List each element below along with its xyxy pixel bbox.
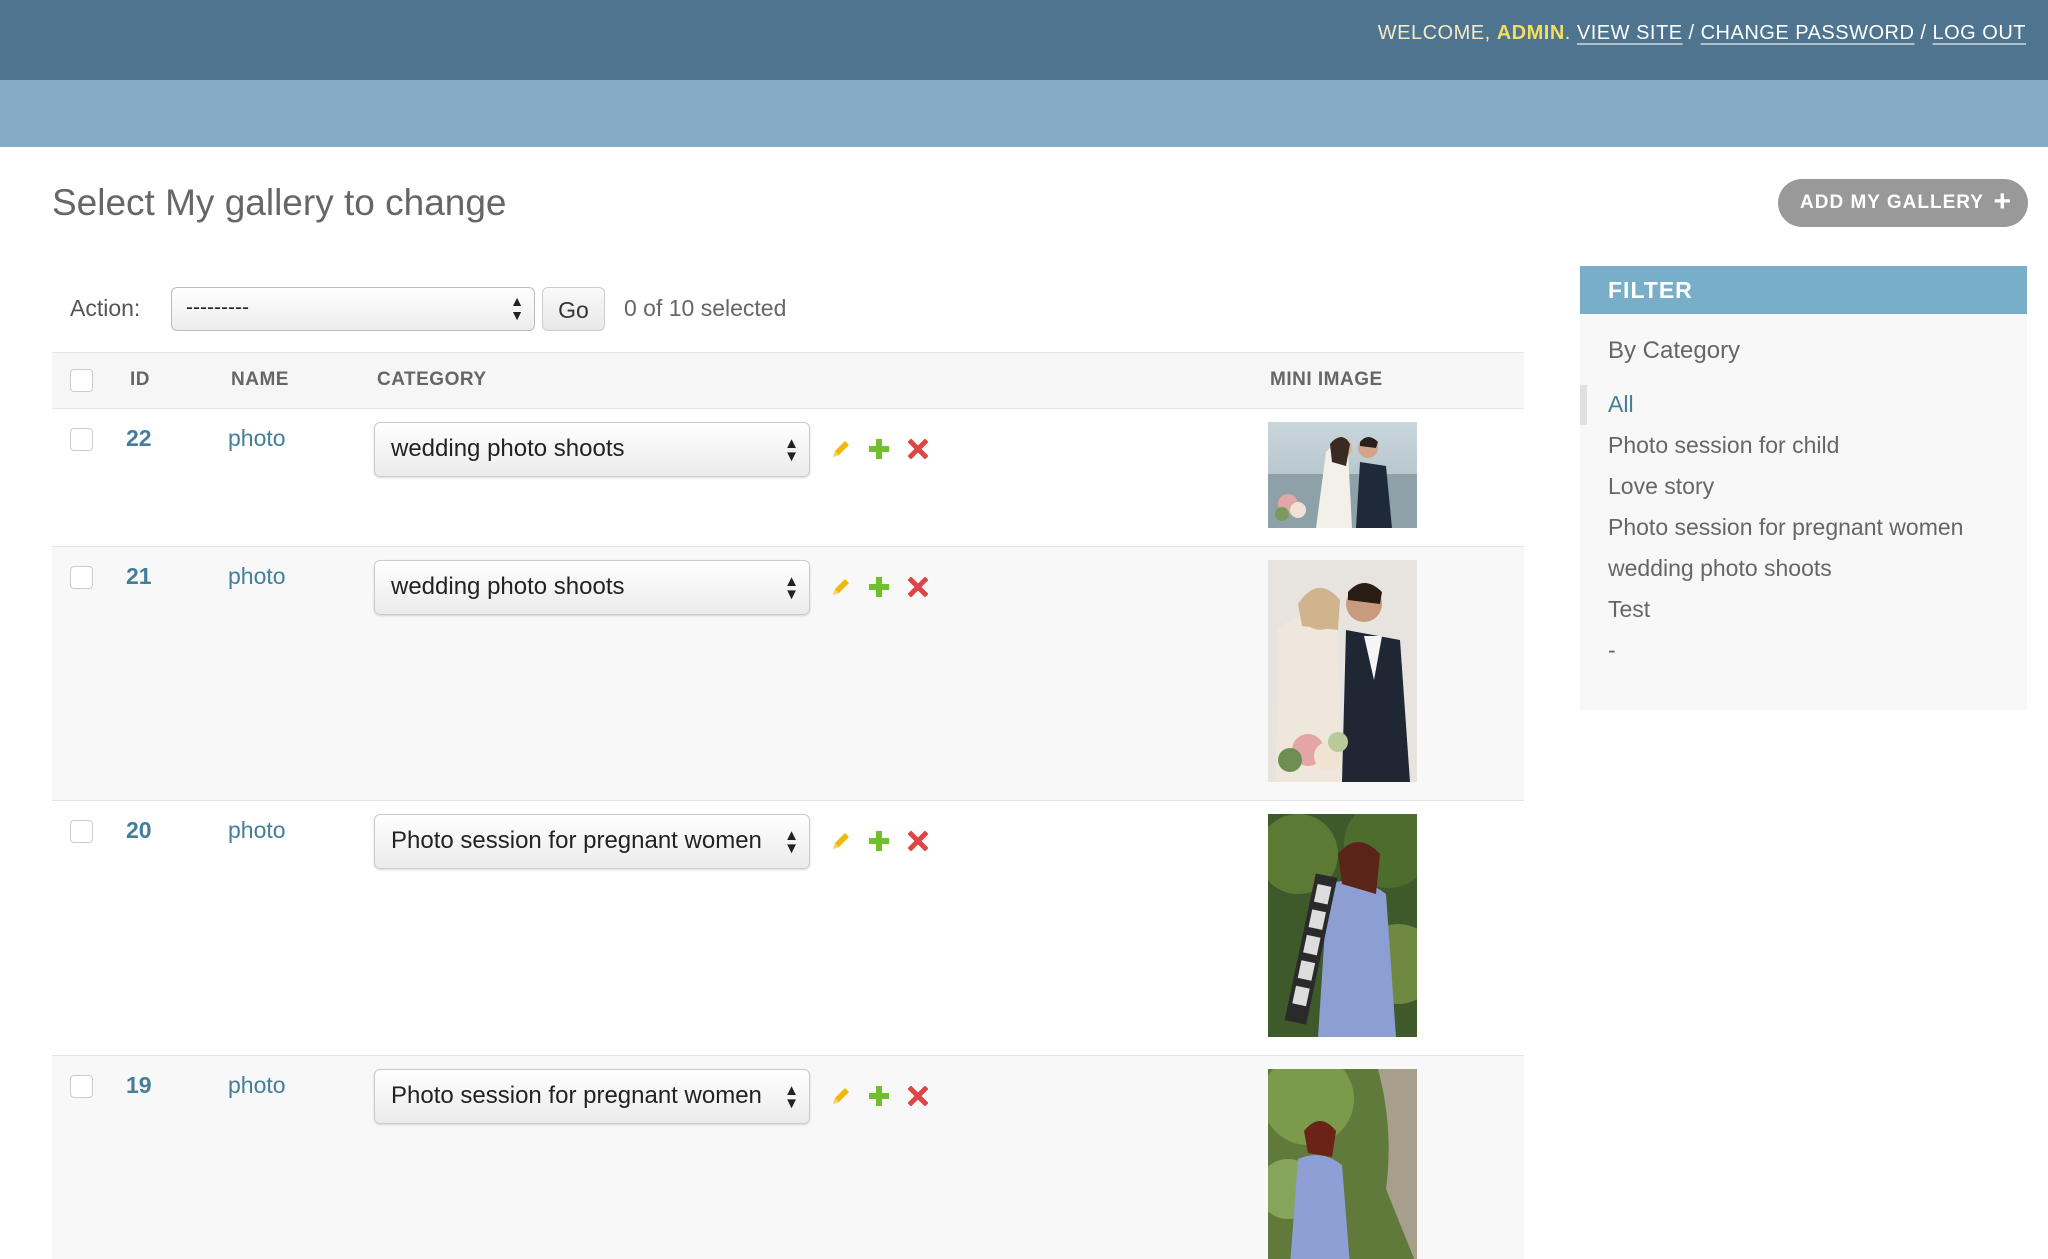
- delete-x-icon[interactable]: [904, 435, 932, 463]
- column-header-name[interactable]: NAME: [231, 369, 289, 391]
- row-id-link[interactable]: 22: [126, 425, 152, 452]
- username: ADMIN: [1496, 22, 1565, 44]
- delete-x-icon[interactable]: [904, 573, 932, 601]
- mini-image-thumbnail: [1268, 1069, 1417, 1259]
- category-select-value: wedding photo shoots: [391, 573, 625, 600]
- row-id-link[interactable]: 21: [126, 563, 152, 590]
- category-select[interactable]: wedding photo shoots ▲ ▼: [374, 422, 810, 477]
- select-arrows-icon: ▲ ▼: [784, 435, 799, 465]
- mini-image-thumbnail: [1268, 814, 1417, 1037]
- column-header-category[interactable]: CATEGORY: [377, 369, 487, 391]
- separator: /: [1688, 22, 1695, 44]
- results-table: ID NAME CATEGORY MINI IMAGE 22 photo wed…: [52, 352, 1524, 1259]
- filter-item-empty[interactable]: -: [1580, 630, 2027, 671]
- actions-bar: Action: --------- ▲ ▼ Go 0 of 10 selected: [52, 285, 1524, 350]
- row-id-link[interactable]: 20: [126, 817, 152, 844]
- row-checkbox[interactable]: [70, 820, 93, 843]
- go-button[interactable]: Go: [542, 287, 605, 331]
- selected-count: 0 of 10 selected: [624, 295, 787, 321]
- row-name-link[interactable]: photo: [228, 563, 286, 590]
- header: WELCOME, ADMIN. VIEW SITE / CHANGE PASSWOR…: [0, 0, 2048, 80]
- column-header-mini-image[interactable]: MINI IMAGE: [1270, 369, 1383, 391]
- add-my-gallery-button[interactable]: ADD MY GALLERY +: [1778, 179, 2028, 227]
- column-header-id[interactable]: ID: [130, 369, 150, 391]
- view-site-link[interactable]: VIEW SITE: [1577, 22, 1683, 44]
- mini-image-thumbnail: [1268, 422, 1417, 528]
- table-row: 19 photo Photo session for pregnant wome…: [52, 1056, 1524, 1259]
- filter-item-love-story[interactable]: Love story: [1580, 466, 2027, 507]
- mini-image-thumbnail: [1268, 560, 1417, 782]
- filter-by-category-heading: By Category: [1608, 337, 1741, 364]
- filter-item-photo-session-for-child[interactable]: Photo session for child: [1580, 425, 2027, 466]
- filter-sidebar: FILTER By Category All Photo session for…: [1580, 266, 2027, 710]
- action-select[interactable]: --------- ▲ ▼: [171, 287, 535, 331]
- row-name-link[interactable]: photo: [228, 425, 286, 452]
- category-select-value: Photo session for pregnant women: [391, 827, 762, 854]
- plus-icon[interactable]: [865, 573, 893, 601]
- row-checkbox[interactable]: [70, 428, 93, 451]
- row-name-link[interactable]: photo: [228, 817, 286, 844]
- plus-icon[interactable]: [865, 435, 893, 463]
- user-tools: WELCOME, ADMIN. VIEW SITE / CHANGE PASSWOR…: [1378, 22, 2026, 45]
- delete-x-icon[interactable]: [904, 827, 932, 855]
- select-arrows-icon: ▲ ▼: [784, 1082, 799, 1112]
- table-header: ID NAME CATEGORY MINI IMAGE: [52, 352, 1524, 409]
- select-arrows-icon: ▲ ▼: [510, 293, 524, 323]
- select-arrows-icon: ▲ ▼: [784, 827, 799, 857]
- category-select[interactable]: Photo session for pregnant women ▲ ▼: [374, 1069, 810, 1124]
- category-select[interactable]: wedding photo shoots ▲ ▼: [374, 560, 810, 615]
- breadcrumbs-bar: [0, 80, 2048, 147]
- plus-icon: +: [1993, 185, 2012, 218]
- filter-item-photo-session-for-pregnant-women[interactable]: Photo session for pregnant women: [1580, 507, 2027, 548]
- log-out-link[interactable]: LOG OUT: [1932, 22, 2026, 44]
- plus-icon[interactable]: [865, 1082, 893, 1110]
- category-select-value: Photo session for pregnant women: [391, 1082, 762, 1109]
- pencil-icon[interactable]: [827, 573, 855, 601]
- select-arrows-icon: ▲ ▼: [784, 573, 799, 603]
- row-checkbox[interactable]: [70, 1075, 93, 1098]
- pencil-icon[interactable]: [827, 1082, 855, 1110]
- delete-x-icon[interactable]: [904, 1082, 932, 1110]
- table-row: 22 photo wedding photo shoots ▲ ▼: [52, 409, 1524, 547]
- pencil-icon[interactable]: [827, 435, 855, 463]
- page-title: Select My gallery to change: [52, 182, 507, 223]
- welcome-text: WELCOME,: [1377, 22, 1491, 44]
- action-select-value: ---------: [186, 296, 249, 319]
- row-id-link[interactable]: 19: [126, 1072, 152, 1099]
- filter-item-all[interactable]: All: [1580, 384, 2027, 425]
- welcome-dot: .: [1564, 22, 1571, 44]
- category-select[interactable]: Photo session for pregnant women ▲ ▼: [374, 814, 810, 869]
- plus-icon[interactable]: [865, 827, 893, 855]
- separator: /: [1920, 22, 1927, 44]
- pencil-icon[interactable]: [827, 827, 855, 855]
- filter-item-wedding-photo-shoots[interactable]: wedding photo shoots: [1580, 548, 2027, 589]
- table-row: 21 photo wedding photo shoots ▲ ▼: [52, 547, 1524, 801]
- filter-item-test[interactable]: Test: [1580, 589, 2027, 630]
- filter-list: All Photo session for child Love story P…: [1580, 384, 2027, 671]
- row-checkbox[interactable]: [70, 566, 93, 589]
- filter-title: FILTER: [1580, 266, 2027, 314]
- category-select-value: wedding photo shoots: [391, 435, 625, 462]
- change-password-link[interactable]: CHANGE PASSWORD: [1701, 22, 1915, 44]
- action-label: Action:: [70, 295, 141, 321]
- row-name-link[interactable]: photo: [228, 1072, 286, 1099]
- select-all-checkbox[interactable]: [70, 369, 93, 392]
- table-row: 20 photo Photo session for pregnant wome…: [52, 801, 1524, 1056]
- add-button-label: ADD MY GALLERY: [1800, 192, 1984, 213]
